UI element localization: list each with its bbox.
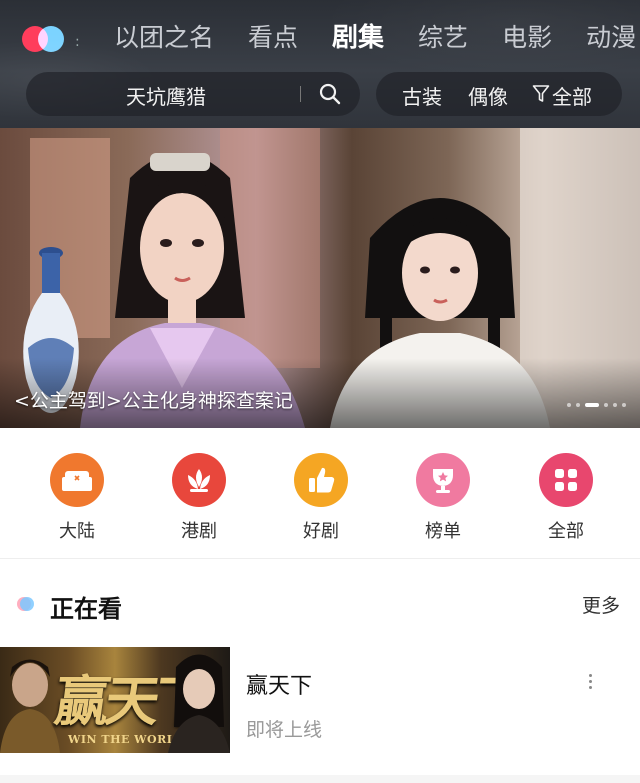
filter-icon[interactable] <box>532 84 550 104</box>
top-header: : 以团之名 看点 剧集 综艺 电影 动漫 天坑鹰猎 古装 偶像 全部 <box>0 0 640 128</box>
banner-dot <box>613 403 617 407</box>
trophy-icon <box>416 453 470 507</box>
banner-dot-active <box>585 403 599 407</box>
app-logo[interactable] <box>22 26 66 52</box>
category-label: 全部 <box>548 521 584 542</box>
banner-dot <box>604 403 608 407</box>
bottom-spacer <box>0 775 640 783</box>
search-icon[interactable] <box>318 82 342 106</box>
more-options-icon[interactable] <box>586 674 594 694</box>
section-title: 正在看 <box>50 595 122 623</box>
hero-banner[interactable]: <公主驾到>公主化身神探查案记 <box>0 128 640 428</box>
thumbs-up-icon <box>294 453 348 507</box>
show-status: 即将上线 <box>246 719 323 741</box>
nav-separator: : <box>75 34 80 50</box>
filter-ancient[interactable]: 古装 <box>402 81 442 110</box>
banner-pagination <box>567 403 626 407</box>
grid-icon <box>539 453 593 507</box>
banner-dot <box>576 403 580 407</box>
category-label: 榜单 <box>425 521 461 542</box>
category-mainland[interactable]: 大陆 <box>37 453 117 543</box>
channel-tabs: 以团之名 看点 剧集 综艺 电影 动漫 <box>114 18 640 58</box>
banner-caption[interactable]: <公主驾到>公主化身神探查案记 <box>14 386 293 413</box>
sofa-icon <box>50 453 104 507</box>
category-ranking[interactable]: 榜单 <box>403 453 483 543</box>
more-link[interactable]: 更多 <box>582 591 620 618</box>
tab-variety[interactable]: 综艺 <box>418 18 468 58</box>
section-dot-icon <box>17 597 34 611</box>
show-title[interactable]: 赢天下 <box>246 668 312 700</box>
poster-actor-illustration <box>0 659 60 753</box>
tab-kandian[interactable]: 看点 <box>248 18 298 58</box>
filter-bar: 古装 偶像 全部 <box>376 72 622 116</box>
tab-drama[interactable]: 剧集 <box>332 18 384 58</box>
filter-idol[interactable]: 偶像 <box>468 81 508 110</box>
category-good-drama[interactable]: 好剧 <box>281 453 361 543</box>
section-divider <box>0 558 640 559</box>
filter-all[interactable]: 全部 <box>552 81 592 110</box>
logo-blue-circle <box>38 26 64 52</box>
search-query[interactable]: 天坑鹰猎 <box>126 81 206 110</box>
banner-dot <box>567 403 571 407</box>
lotus-icon <box>172 453 226 507</box>
search-divider <box>300 86 301 102</box>
category-hk-drama[interactable]: 港剧 <box>159 453 239 543</box>
search-bar[interactable]: 天坑鹰猎 <box>26 72 360 116</box>
show-poster[interactable]: 赢天下 WIN THE WORLD <box>0 647 230 753</box>
category-label: 港剧 <box>181 521 217 542</box>
tab-movie[interactable]: 电影 <box>502 18 552 58</box>
banner-dot <box>622 403 626 407</box>
category-label: 好剧 <box>303 521 339 542</box>
tab-anime[interactable]: 动漫 <box>586 18 636 58</box>
tab-yituanzhiming[interactable]: 以团之名 <box>114 18 214 58</box>
category-all[interactable]: 全部 <box>526 453 606 543</box>
poster-actress-illustration <box>168 654 230 753</box>
category-label: 大陆 <box>59 521 95 542</box>
category-row: 大陆 港剧 好剧 榜单 全部 <box>0 428 640 558</box>
